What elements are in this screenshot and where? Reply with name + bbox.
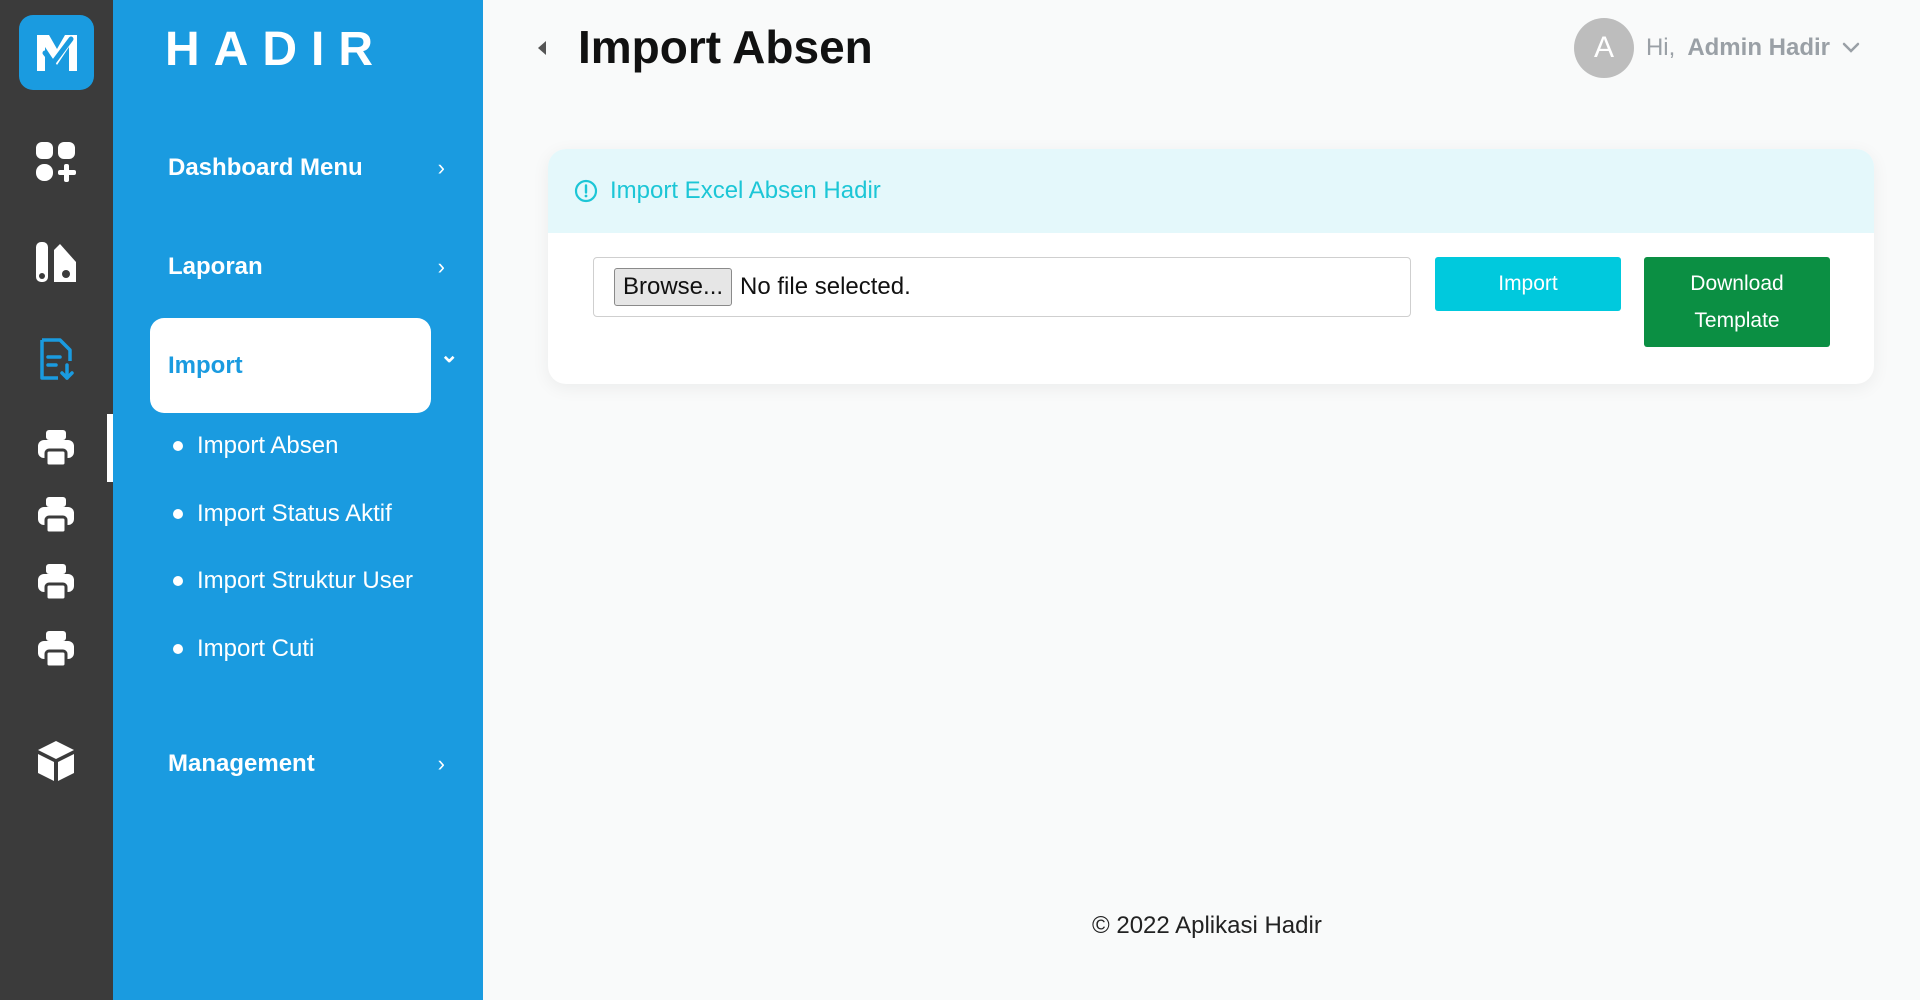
bullet-icon	[173, 441, 183, 451]
chevron-down-icon	[1842, 42, 1860, 53]
user-menu[interactable]: A Hi, Admin Hadir	[1573, 18, 1860, 78]
card-title: Import Excel Absen Hadir	[610, 177, 881, 204]
icon-rail	[0, 0, 113, 1000]
sidebar-item-label: Laporan	[168, 252, 263, 280]
printer-icon[interactable]	[29, 622, 83, 676]
sidebar-subitem-label: Import Status Aktif	[197, 500, 392, 527]
logo-icon[interactable]	[19, 15, 94, 90]
sidebar-subitem-import-cuti[interactable]: Import Cuti	[173, 635, 314, 663]
bullet-icon	[173, 644, 183, 654]
info-circle-icon	[574, 179, 598, 203]
sidebar-item-label: Management	[168, 749, 315, 777]
avatar: A	[1573, 18, 1634, 78]
import-card: Import Excel Absen Hadir Browse... No fi…	[548, 149, 1874, 384]
sidebar-item-label: Import	[168, 351, 243, 379]
page-title: Import Absen	[578, 21, 873, 73]
collapse-sidebar-button[interactable]	[535, 38, 549, 58]
report-icon[interactable]	[29, 235, 83, 289]
sidebar-item-management[interactable]: Management ›	[150, 716, 445, 811]
brand-logo-text: HADIR	[165, 23, 387, 76]
footer-copyright: © 2022 Aplikasi Hadir	[1092, 912, 1322, 939]
greeting-text: Hi,	[1645, 34, 1676, 61]
printer-icon[interactable]	[29, 555, 83, 609]
sidebar-subitem-label: Import Absen	[197, 432, 339, 459]
bullet-icon	[173, 576, 183, 586]
download-label-line2: Template	[1694, 309, 1780, 332]
sidebar-item-dashboard-menu[interactable]: Dashboard Menu ›	[150, 120, 445, 215]
download-template-button[interactable]: Download Template	[1644, 257, 1830, 347]
printer-icon[interactable]	[29, 488, 83, 542]
chevron-down-icon: ⌄	[440, 342, 459, 367]
sidebar-subitem-import-struktur-user[interactable]: Import Struktur User	[173, 567, 413, 595]
import-button[interactable]: Import	[1435, 257, 1621, 311]
user-name: Admin Hadir	[1687, 34, 1830, 61]
caret-left-icon	[538, 41, 546, 55]
sidebar-subitem-import-absen[interactable]: Import Absen	[173, 432, 338, 460]
chevron-right-icon: ›	[437, 154, 445, 180]
sidebar-subitem-label: Import Struktur User	[197, 567, 414, 594]
download-label-line1: Download	[1690, 272, 1784, 295]
sidebar: HADIR Dashboard Menu › Laporan › Import …	[113, 0, 483, 1000]
dashboard-grid-icon[interactable]	[29, 135, 83, 189]
box-icon[interactable]	[29, 734, 83, 788]
chevron-right-icon: ›	[437, 750, 445, 776]
browse-button[interactable]: Browse...	[614, 268, 733, 306]
bullet-icon	[173, 509, 183, 519]
sidebar-subitem-label: Import Cuti	[197, 635, 315, 662]
card-header: Import Excel Absen Hadir	[548, 149, 1874, 233]
sidebar-subitem-import-status-aktif[interactable]: Import Status Aktif	[173, 500, 392, 528]
file-status-text: No file selected.	[740, 273, 911, 300]
printer-icon[interactable]	[29, 421, 83, 475]
file-input[interactable]: Browse... No file selected.	[593, 257, 1411, 317]
import-document-icon[interactable]	[29, 332, 83, 386]
chevron-right-icon: ›	[437, 253, 445, 279]
sidebar-item-label: Dashboard Menu	[168, 153, 363, 181]
sidebar-item-laporan[interactable]: Laporan ›	[150, 219, 445, 314]
sidebar-item-import[interactable]: Import ⌄	[150, 318, 458, 413]
